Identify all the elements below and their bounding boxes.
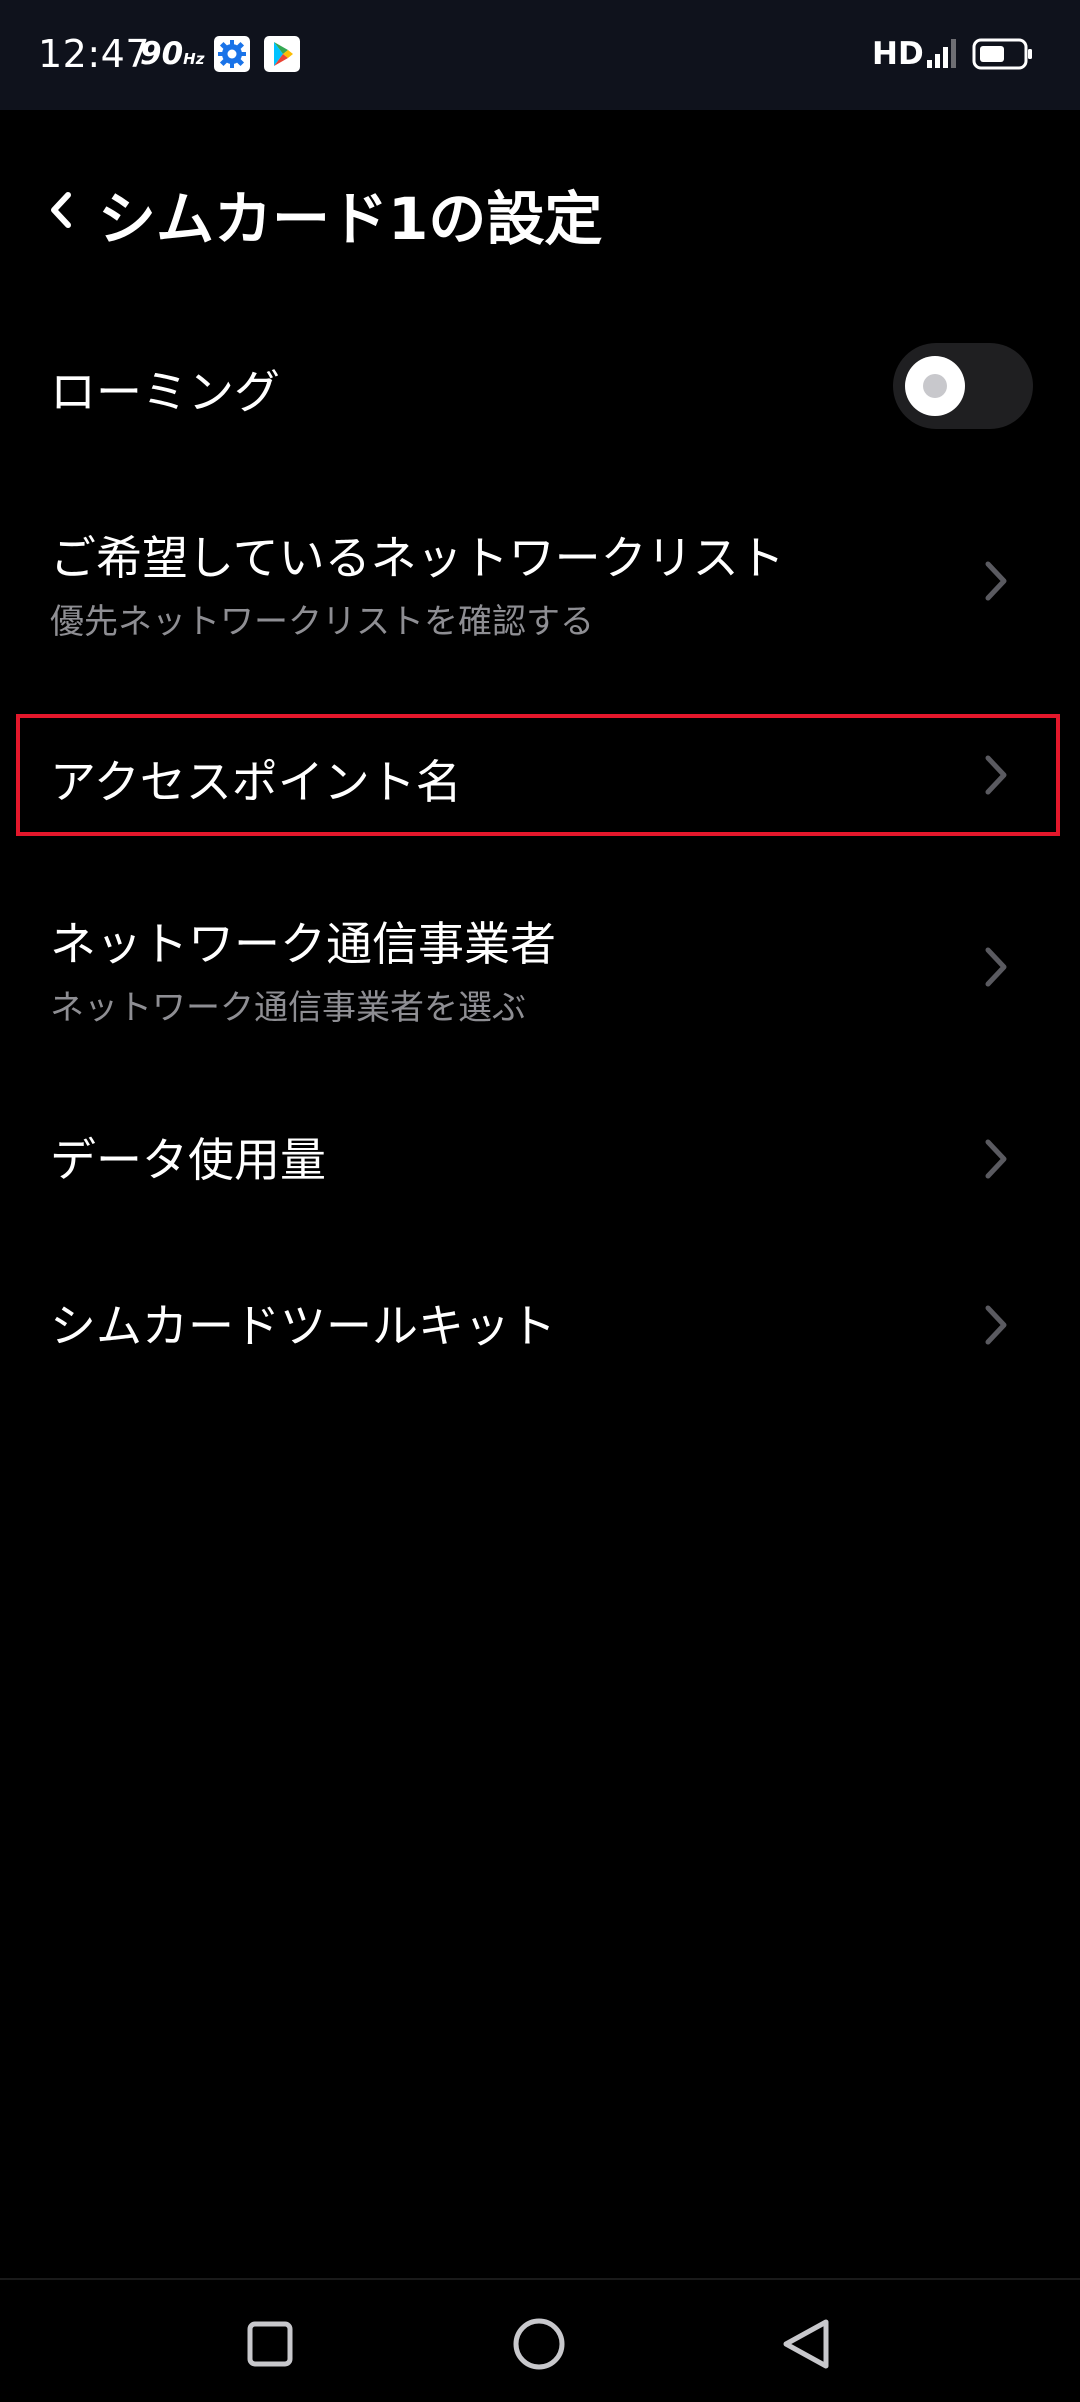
network-type-label: HD <box>872 36 924 72</box>
preferred-network-list-row[interactable]: ご希望しているネットワークリスト 優先ネットワークリストを確認する <box>0 510 1080 650</box>
status-bar: 12:47 90Hz HD <box>0 0 1080 110</box>
signal-icon <box>927 39 956 68</box>
roaming-row[interactable]: ローミング <box>0 338 1080 434</box>
chevron-right-icon <box>985 561 1007 601</box>
network-carrier-subtitle: ネットワーク通信事業者を選ぶ <box>50 988 526 1028</box>
chevron-right-icon <box>985 1305 1007 1345</box>
page-title: シムカード1の設定 <box>98 185 603 253</box>
chevron-left-icon[interactable] <box>38 180 88 240</box>
roaming-toggle[interactable] <box>893 343 1033 429</box>
network-carrier-row[interactable]: ネットワーク通信事業者 ネットワーク通信事業者を選ぶ <box>0 896 1080 1036</box>
data-usage-title: データ使用量 <box>50 1133 326 1187</box>
recents-square-icon[interactable] <box>240 2314 300 2374</box>
highlight-box <box>16 714 1060 836</box>
settings-gear-icon <box>214 36 250 72</box>
chevron-right-icon <box>985 947 1007 987</box>
chevron-right-icon <box>985 1139 1007 1179</box>
data-usage-row[interactable]: データ使用量 <box>0 1110 1080 1210</box>
status-time: 12:47 <box>38 32 151 76</box>
refresh-rate-indicator: 90Hz <box>140 36 204 72</box>
preferred-network-list-subtitle: 優先ネットワークリストを確認する <box>50 602 594 642</box>
navigation-bar <box>0 2278 1080 2402</box>
refresh-rate-value: 90 <box>140 36 184 72</box>
battery-icon <box>972 38 1032 70</box>
play-store-icon <box>264 36 300 72</box>
sim-toolkit-title: シムカードツールキット <box>50 1299 556 1353</box>
roaming-label: ローミング <box>50 365 280 419</box>
page-header: シムカード1の設定 <box>0 150 1080 270</box>
preferred-network-list-title: ご希望しているネットワークリスト <box>50 531 785 585</box>
network-carrier-title: ネットワーク通信事業者 <box>50 917 556 971</box>
back-triangle-icon[interactable] <box>776 2314 836 2374</box>
sim-toolkit-row[interactable]: シムカードツールキット <box>0 1276 1080 1376</box>
toggle-knob-dot <box>923 374 947 398</box>
home-circle-icon[interactable] <box>509 2314 569 2374</box>
toggle-knob <box>905 356 965 416</box>
refresh-rate-unit: Hz <box>183 50 205 68</box>
